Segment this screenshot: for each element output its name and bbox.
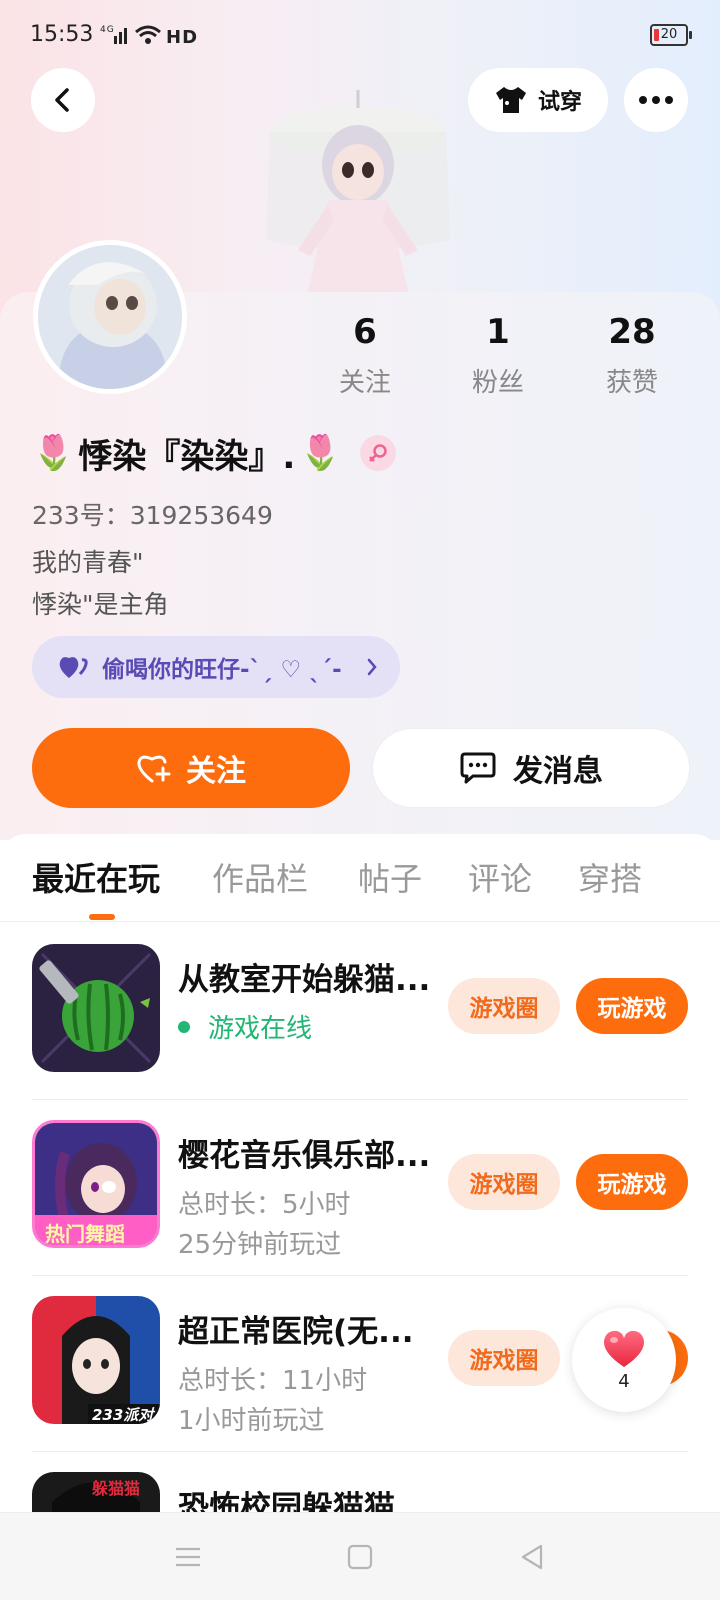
try-on-button[interactable]: 试穿 bbox=[468, 68, 608, 132]
avatar-outfit-figure[interactable] bbox=[258, 70, 458, 292]
battery-icon: 20 bbox=[650, 24, 692, 46]
tulip-emoji-left: 🌷 bbox=[32, 433, 75, 473]
stat-likes-label: 获赞 bbox=[605, 368, 658, 398]
game-duration: 总时长：5小时 bbox=[178, 1190, 351, 1220]
tab-comments[interactable]: 评论 bbox=[468, 854, 532, 900]
game-circle-button[interactable]: 游戏圈 bbox=[448, 1154, 560, 1210]
game-online-status: 游戏在线 bbox=[178, 1008, 312, 1045]
content-panel: 最近在玩 作品栏 帖子 评论 穿搭 从教室开始躲猫... 游戏在线 游戏圈 玩游… bbox=[0, 834, 720, 1600]
tab-posts[interactable]: 帖子 bbox=[358, 854, 422, 900]
avatar[interactable] bbox=[33, 240, 187, 394]
game-icon-sakura-club[interactable]: 热门舞蹈 bbox=[32, 1120, 160, 1248]
game-name: 从教室开始躲猫... bbox=[178, 962, 428, 998]
stat-followers-value: 1 bbox=[486, 312, 510, 352]
bio-line-2: 悸染"是主角 bbox=[32, 590, 169, 619]
user-id: 233号：319253649 bbox=[32, 501, 273, 530]
username-text: 悸染『染染』. bbox=[78, 436, 296, 477]
tab-works[interactable]: 作品栏 bbox=[212, 854, 308, 900]
game-duration: 总时长：11小时 bbox=[178, 1366, 368, 1396]
status-time: 15:53 bbox=[30, 22, 94, 47]
home-nav-icon[interactable] bbox=[342, 1539, 378, 1575]
send-message-button[interactable]: 发消息 bbox=[372, 728, 690, 808]
chat-bubble-icon bbox=[460, 752, 496, 784]
play-game-button[interactable]: 玩游戏 bbox=[576, 1154, 688, 1210]
stat-likes-value: 28 bbox=[608, 312, 656, 352]
back-nav-icon[interactable] bbox=[514, 1539, 550, 1575]
back-button[interactable] bbox=[31, 68, 95, 132]
stat-following-value: 6 bbox=[353, 312, 377, 352]
heart-icon bbox=[59, 657, 88, 678]
game-icon-text: 热门舞蹈 bbox=[45, 1222, 125, 1246]
signal-icon: 4G HD bbox=[100, 25, 198, 48]
bio-line-1: 我的青春" bbox=[32, 548, 144, 577]
menu-nav-icon[interactable] bbox=[170, 1539, 206, 1575]
stat-likes[interactable]: 28 获赞 bbox=[572, 312, 692, 399]
status-bar: 15:53 4G HD 20 bbox=[0, 0, 720, 72]
status-tag[interactable]: 偷喝你的旺仔-ˋˏ ♡ ˎˊ- bbox=[32, 636, 400, 698]
heart-icon bbox=[603, 1330, 645, 1367]
game-icon-text: 躲猫猫 bbox=[92, 1479, 140, 1498]
status-tag-text: 偷喝你的旺仔-ˋˏ ♡ ˎˊ- bbox=[102, 657, 342, 683]
like-floating-button[interactable]: 4 bbox=[572, 1308, 676, 1412]
game-last-played: 25分钟前玩过 bbox=[178, 1230, 342, 1260]
more-dots-icon bbox=[639, 96, 673, 104]
chevron-right-icon bbox=[367, 658, 377, 676]
game-circle-button[interactable]: 游戏圈 bbox=[448, 978, 560, 1034]
tab-indicator bbox=[89, 914, 115, 920]
stat-following-label: 关注 bbox=[338, 368, 391, 398]
stat-following[interactable]: 6 关注 bbox=[305, 312, 425, 399]
game-icon-watermelon[interactable] bbox=[32, 944, 160, 1072]
tulip-emoji-right: 🌷 bbox=[299, 433, 342, 473]
game-row[interactable]: 从教室开始躲猫... 游戏在线 游戏圈 玩游戏 bbox=[0, 924, 720, 1100]
game-icon-text: 233派对 bbox=[92, 1406, 156, 1424]
bio: 我的青春" 悸染"是主角 bbox=[32, 542, 169, 626]
network-indicator: 4G HD bbox=[100, 22, 210, 53]
stat-followers[interactable]: 1 粉丝 bbox=[438, 312, 558, 399]
avatar-image bbox=[38, 245, 182, 389]
game-name: 超正常医院(无... bbox=[178, 1314, 414, 1350]
follow-label: 关注 bbox=[186, 754, 246, 789]
game-name: 樱花音乐俱乐部... bbox=[178, 1138, 428, 1174]
chevron-left-icon bbox=[55, 88, 69, 112]
send-message-label: 发消息 bbox=[513, 754, 603, 789]
follow-button[interactable]: 关注 bbox=[32, 728, 350, 808]
tab-recently-played[interactable]: 最近在玩 bbox=[32, 854, 160, 900]
svg-text:HD: HD bbox=[166, 27, 198, 48]
game-circle-button[interactable]: 游戏圈 bbox=[448, 1330, 560, 1386]
female-gender-icon bbox=[359, 435, 396, 471]
like-count: 4 bbox=[618, 1370, 630, 1392]
heart-plus-icon bbox=[137, 755, 171, 783]
game-online-label: 游戏在线 bbox=[208, 1014, 313, 1044]
tshirt-icon bbox=[495, 87, 526, 113]
play-game-button[interactable]: 玩游戏 bbox=[576, 978, 688, 1034]
svg-text:4G: 4G bbox=[100, 25, 115, 35]
game-row[interactable]: 热门舞蹈 樱花音乐俱乐部... 总时长：5小时 25分钟前玩过 游戏圈 玩游戏 bbox=[0, 1100, 720, 1276]
tab-bar: 最近在玩 作品栏 帖子 评论 穿搭 bbox=[0, 834, 720, 922]
tab-outfits[interactable]: 穿搭 bbox=[578, 854, 642, 900]
try-on-label: 试穿 bbox=[537, 90, 582, 115]
more-options-button[interactable] bbox=[624, 68, 688, 132]
stat-followers-label: 粉丝 bbox=[471, 368, 524, 398]
system-nav-bar bbox=[0, 1512, 720, 1600]
game-last-played: 1小时前玩过 bbox=[178, 1406, 325, 1436]
game-icon-hospital[interactable]: 233派对 bbox=[32, 1296, 160, 1424]
username: 🌷 悸染『染染』. 🌷 bbox=[32, 428, 396, 478]
online-dot-icon bbox=[178, 1020, 190, 1033]
